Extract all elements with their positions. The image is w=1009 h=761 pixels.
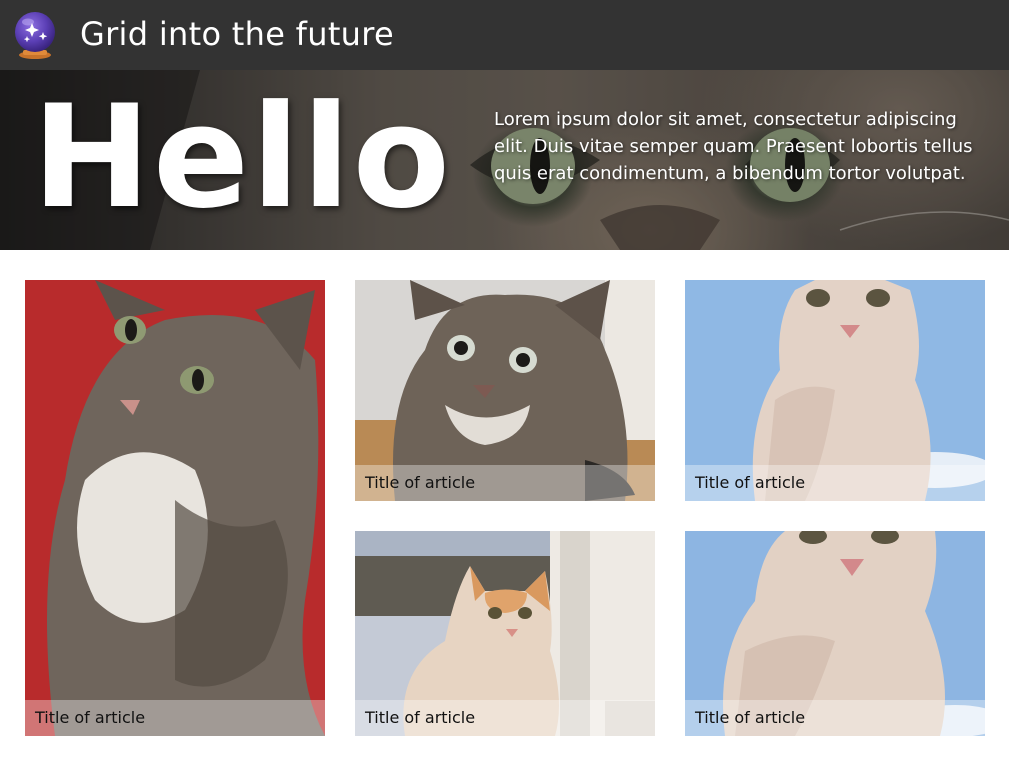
top-bar: Grid into the future xyxy=(0,0,1009,70)
article-title[interactable]: Title of article xyxy=(25,700,325,736)
article-title[interactable]: Title of article xyxy=(355,700,655,736)
hero-description: Lorem ipsum dolor sit amet, consectetur … xyxy=(494,109,973,184)
article-title[interactable]: Title of article xyxy=(355,465,655,501)
hero-banner: Hello Lorem ipsum dolor sit amet, consec… xyxy=(0,70,1009,250)
site-title[interactable]: Grid into the future xyxy=(80,14,394,54)
article-card[interactable]: Title of article xyxy=(685,280,985,501)
article-image xyxy=(25,280,325,736)
article-card[interactable]: Title of article xyxy=(355,531,655,736)
hero-heading: Hello xyxy=(32,75,453,240)
article-card[interactable]: Title of article xyxy=(685,531,985,736)
article-card[interactable]: Title of article xyxy=(25,280,325,736)
article-title[interactable]: Title of article xyxy=(685,465,985,501)
article-card[interactable]: Title of article xyxy=(355,280,655,501)
crystal-ball-icon[interactable] xyxy=(12,10,58,60)
article-title[interactable]: Title of article xyxy=(685,700,985,736)
